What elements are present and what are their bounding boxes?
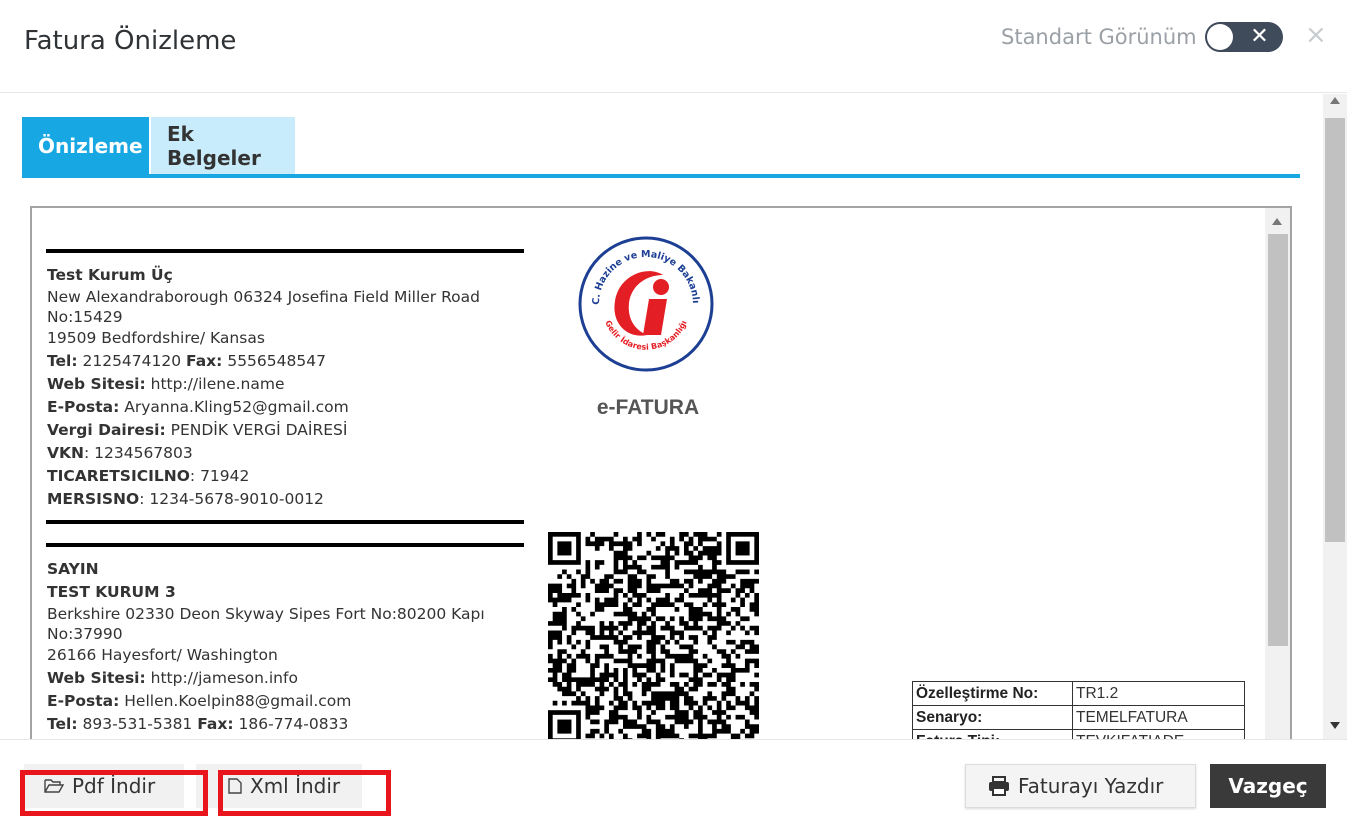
receiver-name: TEST KURUM 3 — [47, 583, 176, 601]
standard-view-toggle[interactable]: ✕ — [1204, 22, 1283, 52]
sender-tax-office-line: Vergi Dairesi: PENDİK VERGİ DAİRESİ — [47, 421, 348, 439]
table-row: Fatura Tipi: TEVKIFATIADE — [912, 729, 1245, 739]
gib-logo-icon: T.C. Hazine ve Maliye Bakanlığı Gelir İd… — [577, 235, 714, 372]
table-row: Özelleştirme No: TR1.2 — [912, 681, 1245, 706]
receiver-address-line2: 26166 Hayesfort/ Washington — [47, 646, 278, 664]
receiver-email-line: E-Posta: Hellen.Koelpin88@gmail.com — [47, 692, 352, 710]
preview-scrollbar[interactable] — [1265, 208, 1290, 739]
scroll-thumb[interactable] — [1268, 234, 1288, 646]
sender-email-line: E-Posta: Aryanna.Kling52@gmail.com — [47, 398, 349, 416]
sender-block: Test Kurum Üç New Alexandraborough 06324… — [47, 264, 517, 511]
qr-code-icon — [548, 532, 759, 739]
spec-key: Senaryo: — [912, 705, 1073, 730]
invoice-spec-table: Özelleştirme No: TR1.2 Senaryo: TEMELFAT… — [912, 681, 1245, 739]
table-row: Senaryo: TEMELFATURA — [912, 705, 1245, 730]
sender-website-line: Web Sitesi: http://ilene.name — [47, 375, 285, 393]
efatura-label: e-FATURA — [596, 396, 700, 419]
scroll-up-icon[interactable] — [1330, 97, 1340, 104]
modal-footer: Pdf İndir Xml İndir Faturayı Yazdır Vazg… — [0, 739, 1347, 821]
highlight-box — [218, 770, 391, 816]
divider — [46, 520, 524, 524]
sender-address-line2: 19509 Bedfordshire/ Kansas — [47, 329, 265, 347]
sender-address-line1: New Alexandraborough 06324 Josefina Fiel… — [47, 288, 481, 326]
highlight-box — [20, 770, 208, 816]
spec-value: TEVKIFATIADE — [1072, 729, 1245, 739]
standard-view-label: Standart Görünüm — [1001, 25, 1197, 49]
printer-icon — [989, 776, 1009, 796]
sender-mersis-line: MERSISNO: 1234-5678-9010-0012 — [47, 490, 324, 508]
sender-trade-registry-line: TICARETSICILNO: 71942 — [47, 467, 250, 485]
scroll-thumb[interactable] — [1325, 118, 1345, 542]
divider — [46, 249, 524, 253]
modal-scrollbar[interactable] — [1323, 94, 1347, 739]
modal-header: Fatura Önizleme Standart Görünüm ✕ × — [0, 0, 1347, 93]
receiver-block: SAYIN TEST KURUM 3 Berkshire 02330 Deon … — [47, 558, 517, 736]
spec-value: TEMELFATURA — [1072, 705, 1245, 730]
sender-vkn-line: VKN: 1234567803 — [47, 444, 193, 462]
sender-phone-line: Tel: 2125474120 Fax: 5556548547 — [47, 352, 326, 370]
toggle-off-icon: ✕ — [1250, 24, 1269, 49]
close-icon[interactable]: × — [1305, 20, 1327, 50]
cancel-button[interactable]: Vazgeç — [1210, 764, 1326, 808]
spec-key: Fatura Tipi: — [912, 729, 1073, 739]
toggle-knob — [1206, 24, 1233, 50]
invoice-preview-frame: Test Kurum Üç New Alexandraborough 06324… — [30, 206, 1292, 739]
tab-bar: Önizleme Ek Belgeler — [22, 117, 1300, 178]
receiver-phone-line: Tel: 893-531-5381 Fax: 186-774-0833 — [47, 715, 349, 733]
receiver-salutation: SAYIN — [47, 560, 99, 578]
modal-body: Önizleme Ek Belgeler Test Kurum Üç New A… — [0, 94, 1347, 739]
spec-value: TR1.2 — [1072, 681, 1245, 706]
divider — [46, 543, 524, 547]
sender-name: Test Kurum Üç — [47, 266, 173, 284]
scroll-up-icon[interactable] — [1272, 218, 1282, 225]
receiver-website-line: Web Sitesi: http://jameson.info — [47, 669, 298, 687]
spec-key: Özelleştirme No: — [912, 681, 1073, 706]
print-invoice-button[interactable]: Faturayı Yazdır — [965, 764, 1196, 808]
tab-preview[interactable]: Önizleme — [22, 117, 149, 174]
print-invoice-label: Faturayı Yazdır — [1018, 774, 1164, 798]
modal-title: Fatura Önizleme — [24, 26, 237, 56]
scroll-down-icon[interactable] — [1330, 722, 1340, 729]
standard-view-toggle-group: Standart Görünüm ✕ — [1001, 22, 1283, 52]
tab-attachments[interactable]: Ek Belgeler — [151, 117, 295, 174]
receiver-address-line1: Berkshire 02330 Deon Skyway Sipes Fort N… — [47, 605, 485, 643]
